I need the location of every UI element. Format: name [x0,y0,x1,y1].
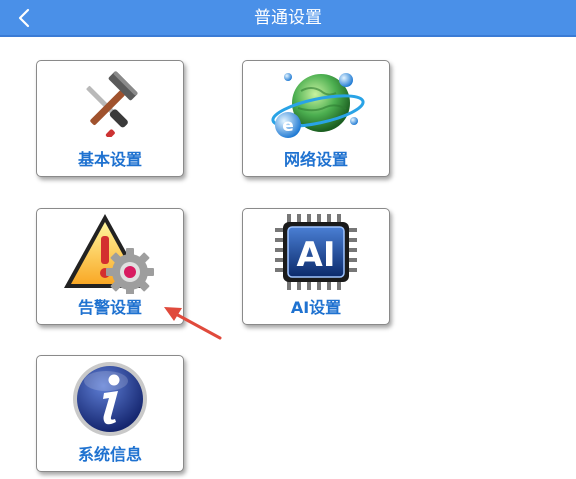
tile-label: AI设置 [290,298,342,317]
tile-label: 告警设置 [77,298,142,317]
tile-label: 网络设置 [283,150,348,169]
svg-text:e: e [282,116,294,136]
page-title: 普通设置 [254,8,322,28]
globe-internet-icon: e [271,73,365,138]
ai-settings-tile[interactable]: AI AI设置 [242,208,390,325]
tile-label: 系统信息 [77,445,142,464]
warning-gear-icon [64,214,154,294]
ai-chip-icon: AI [275,214,357,290]
basic-settings-tile[interactable]: 基本设置 [36,60,184,177]
tile-label: 基本设置 [77,150,142,169]
network-settings-tile[interactable]: e 网络设置 [242,60,390,177]
system-info-tile[interactable]: 系统信息 [36,355,184,472]
header-bar: 普通设置 [0,0,576,37]
alarm-settings-tile[interactable]: 告警设置 [36,208,184,325]
tools-icon [86,71,138,137]
info-icon [73,362,147,436]
svg-text:AI: AI [297,235,336,275]
